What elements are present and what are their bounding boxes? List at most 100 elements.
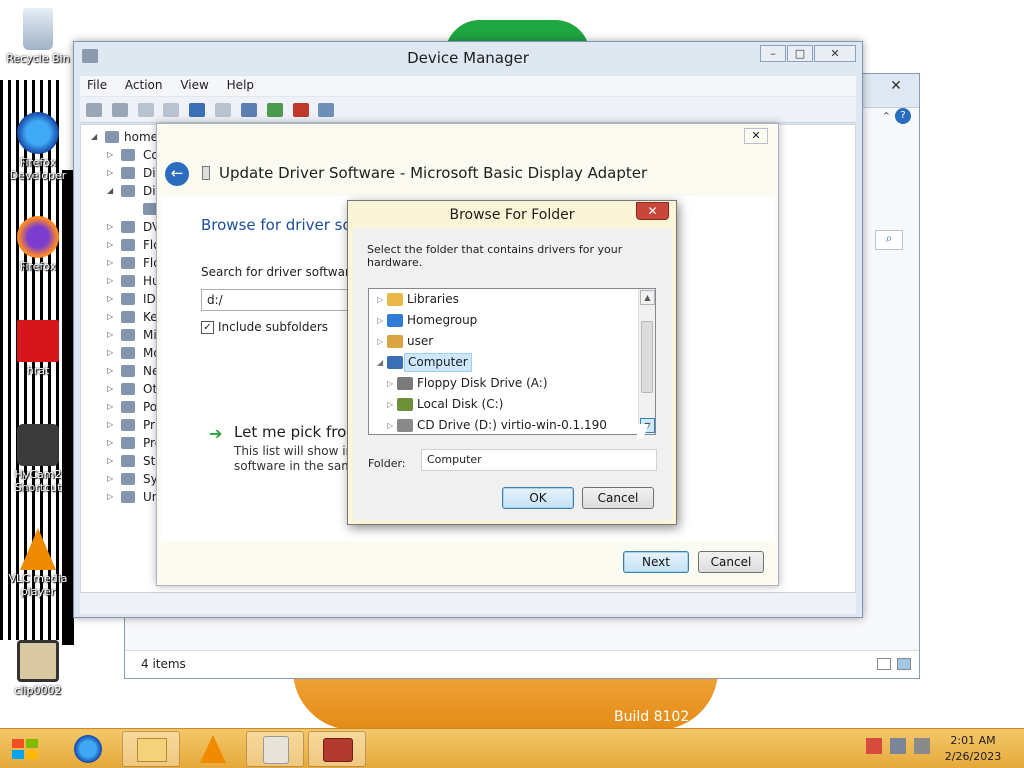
maximize-button[interactable]: □: [787, 45, 813, 62]
close-button[interactable]: ✕: [814, 45, 856, 62]
pick-description: This list will show inst software in the…: [234, 444, 352, 474]
menu-view[interactable]: View: [173, 76, 215, 92]
network-icon[interactable]: [890, 738, 906, 754]
expand-arrow-icon[interactable]: ▷: [377, 332, 383, 351]
expand-arrow-icon[interactable]: ▷: [107, 258, 113, 267]
clock[interactable]: 2:01 AM 2/26/2023: [940, 733, 1006, 765]
scan-hardware-icon[interactable]: [240, 103, 257, 117]
taskbar-file-explorer[interactable]: [122, 731, 180, 767]
driver-path-input[interactable]: d:/: [201, 289, 351, 311]
menu-help[interactable]: Help: [220, 76, 261, 92]
desktop-icon-hrat[interactable]: hrat: [6, 320, 70, 377]
wizard-close-button[interactable]: ✕: [744, 128, 768, 144]
browse-instruction: Select the folder that contains drivers …: [367, 243, 623, 269]
menu-action[interactable]: Action: [118, 76, 170, 92]
scroll-thumb[interactable]: [641, 321, 653, 393]
taskbar-java[interactable]: [246, 731, 304, 767]
uninstall-icon[interactable]: [292, 103, 309, 117]
expand-arrow-icon[interactable]: ▷: [377, 311, 383, 330]
expand-arrow-icon[interactable]: ▷: [107, 474, 113, 483]
expand-arrow-icon[interactable]: ▷: [107, 402, 113, 411]
back-button[interactable]: ←: [165, 162, 189, 186]
minimize-button[interactable]: –: [760, 45, 786, 62]
details-view-icon[interactable]: [877, 658, 891, 670]
taskbar-vlc[interactable]: [184, 731, 242, 767]
desktop-icon-clip0002[interactable]: clip0002: [6, 640, 70, 697]
windows-logo-icon: [12, 739, 38, 759]
expand-arrow-icon[interactable]: ▷: [107, 492, 113, 501]
expand-arrow-icon[interactable]: ▷: [107, 222, 113, 231]
properties-icon[interactable]: [137, 103, 154, 117]
expand-arrow-icon[interactable]: ▷: [107, 294, 113, 303]
forward-arrow-icon[interactable]: [111, 103, 128, 117]
collapse-arrow-icon[interactable]: ◢: [377, 353, 383, 372]
expand-arrow-icon[interactable]: ▷: [107, 312, 113, 321]
menu-file[interactable]: File: [80, 76, 114, 92]
device-manager-title: Device Manager: [407, 49, 529, 67]
clock-time: 2:01 AM: [950, 734, 996, 747]
start-button[interactable]: [8, 735, 42, 763]
desktop-icon-hycam2[interactable]: HyCam2 Shortcut: [6, 424, 70, 494]
view-icon[interactable]: [215, 103, 232, 117]
expand-arrow-icon[interactable]: ▷: [107, 420, 113, 429]
browse-close-button[interactable]: ✕: [636, 202, 669, 220]
explorer-close-button[interactable]: ✕: [879, 78, 913, 96]
expand-arrow-icon[interactable]: ▷: [107, 150, 113, 159]
expand-arrow-icon[interactable]: ▷: [377, 290, 383, 309]
expand-arrow-icon[interactable]: ▷: [387, 374, 393, 393]
expand-arrow-icon[interactable]: ▷: [107, 168, 113, 177]
update-driver-icon[interactable]: [266, 103, 283, 117]
device-category-icon: [121, 239, 135, 251]
volume-muted-icon[interactable]: [914, 738, 930, 754]
folder-tree-scrollbar[interactable]: ▲ ▼: [638, 289, 655, 434]
desktop-icon-label: Firefox Developer: [9, 156, 67, 182]
disable-icon[interactable]: [318, 103, 335, 117]
back-arrow-icon[interactable]: [86, 103, 102, 117]
expand-arrow-icon[interactable]: ▷: [107, 366, 113, 375]
scroll-up-icon[interactable]: ▲: [640, 290, 655, 305]
collapse-arrow-icon[interactable]: ◢: [91, 132, 97, 141]
desktop-icon-recycle-bin[interactable]: Recycle Bin: [6, 8, 70, 65]
wizard-title: Update Driver Software - Microsoft Basic…: [219, 164, 648, 182]
next-button[interactable]: Next: [623, 551, 689, 573]
pick-from-list-link[interactable]: Let me pick from: [234, 423, 361, 441]
expand-arrow-icon[interactable]: ▷: [107, 438, 113, 447]
include-subfolders-checkbox[interactable]: ✓: [201, 321, 214, 334]
computer-icon: [105, 131, 119, 143]
expand-arrow-icon[interactable]: ▷: [107, 276, 113, 285]
wizard-cancel-button[interactable]: Cancel: [698, 551, 764, 573]
action-center-flag-icon[interactable]: [866, 738, 882, 754]
expand-arrow-icon[interactable]: ▷: [107, 240, 113, 249]
wizard-heading: Browse for driver sof: [201, 216, 357, 234]
ribbon-collapse-icon[interactable]: ⌃: [882, 110, 891, 123]
expand-arrow-icon[interactable]: ▷: [107, 348, 113, 357]
folder-name-input[interactable]: Computer: [421, 449, 657, 471]
expand-arrow-icon[interactable]: ▷: [107, 330, 113, 339]
search-icon[interactable]: ⌕: [875, 230, 903, 250]
show-hide-icon[interactable]: [163, 103, 180, 117]
expand-arrow-icon[interactable]: ▷: [107, 384, 113, 393]
browse-cancel-button[interactable]: Cancel: [582, 487, 654, 509]
large-icons-view-icon[interactable]: [897, 658, 911, 670]
device-category-icon: [121, 437, 135, 449]
desktop-icon-vlc[interactable]: VLC media player: [6, 528, 70, 598]
help-icon[interactable]: ?: [895, 108, 911, 124]
taskbar-firefox[interactable]: [60, 731, 118, 767]
desktop-icon-label: Recycle Bin: [6, 52, 70, 65]
folder-tree[interactable]: ▷ Libraries ▷ Homegroup ▷ user ◢ Compute…: [368, 288, 656, 435]
desktop-icon-firefox[interactable]: Firefox: [6, 216, 70, 273]
browse-for-folder-dialog[interactable]: Browse For Folder ✕ Select the folder th…: [347, 200, 677, 525]
expand-arrow-icon[interactable]: ▷: [387, 416, 393, 434]
expand-arrow-icon[interactable]: ◢: [107, 186, 113, 195]
device-category-icon: [121, 419, 135, 431]
taskbar-device-manager[interactable]: [308, 731, 366, 767]
expand-arrow-icon[interactable]: ▷: [387, 395, 393, 414]
folder-item-label: Homegroup: [407, 313, 478, 327]
vlc-cone-icon: [200, 735, 226, 763]
expand-arrow-icon[interactable]: ▷: [107, 456, 113, 465]
help-icon[interactable]: [189, 103, 206, 117]
include-subfolders-label[interactable]: Include subfolders: [218, 320, 328, 334]
desktop-icon-firefox-developer[interactable]: Firefox Developer: [6, 112, 70, 182]
menubar: File Action View Help: [80, 76, 856, 96]
ok-button[interactable]: OK: [502, 487, 574, 509]
